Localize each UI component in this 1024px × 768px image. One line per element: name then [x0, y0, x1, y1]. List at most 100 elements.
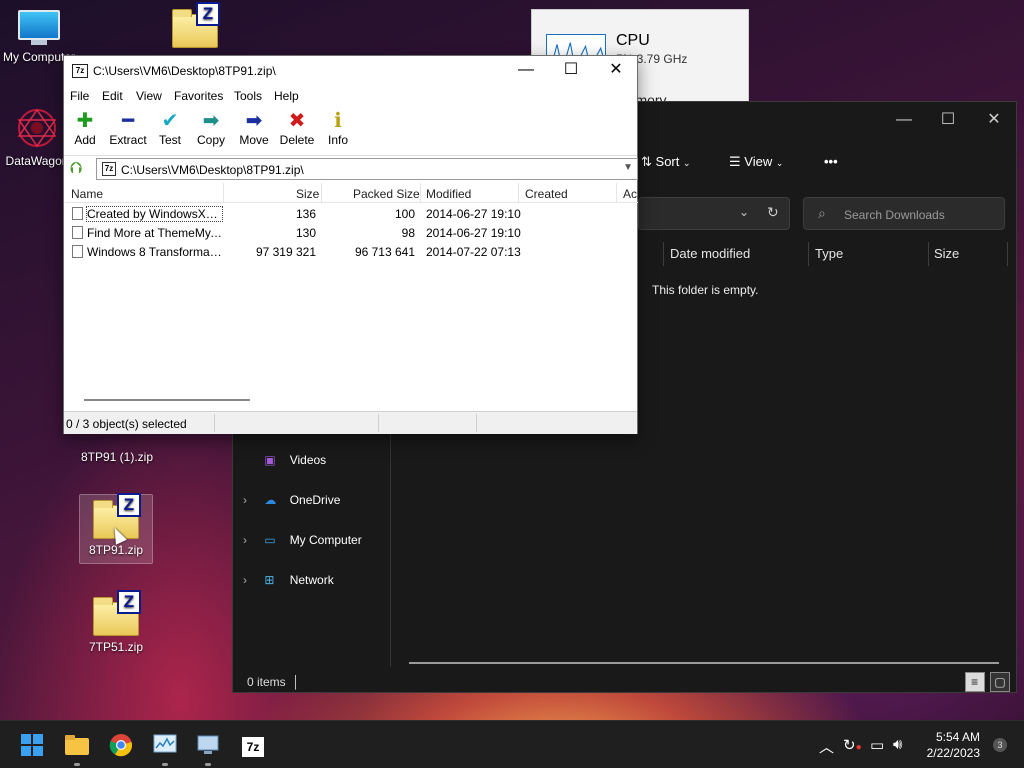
file-size: 97 319 321 — [255, 245, 316, 259]
column-header-type[interactable]: Type — [815, 246, 843, 261]
network-icon[interactable]: ▭ — [870, 736, 884, 754]
delete-icon: ✖ — [288, 110, 306, 132]
horizontal-scrollbar[interactable] — [409, 662, 999, 664]
close-button[interactable]: ✕ — [971, 106, 1017, 134]
clock[interactable]: 5:54 AM 2/22/2023 — [927, 729, 980, 761]
file-name: Windows 8 Transformation Pack — [87, 245, 222, 259]
close-button[interactable]: ✕ — [593, 56, 639, 86]
nav-item-videos[interactable]: ▣ Videos — [243, 453, 326, 467]
move-button[interactable]: ➡ Move — [237, 109, 271, 147]
menu-edit[interactable]: Edit — [102, 89, 123, 103]
test-button[interactable]: ✔ Test — [157, 109, 183, 147]
add-icon: ✚ — [76, 110, 94, 132]
more-options-button[interactable]: ••• — [824, 154, 838, 169]
file-packed-size: 96 713 641 — [354, 245, 415, 259]
column-header-name[interactable]: Name — [71, 187, 103, 201]
table-row[interactable]: Created by WindowsXLite.com 136 100 2014… — [65, 204, 638, 223]
table-row[interactable]: Windows 8 Transformation Pack 97 319 321… — [65, 242, 638, 261]
file-icon — [72, 226, 83, 239]
large-icons-view-icon[interactable]: ▢ — [990, 672, 1010, 692]
view-button[interactable]: ☰ View ⌄ — [729, 154, 783, 170]
nav-item-onedrive[interactable]: › ☁ OneDrive — [243, 493, 340, 507]
extract-icon: ━ — [121, 110, 135, 132]
desktop-icon-label: 8TP91.zip — [88, 543, 144, 557]
search-input[interactable]: ⌕ Search Downloads — [803, 197, 1005, 230]
desktop-icon-8tp91-1-zip[interactable]: 8TP91 (1).zip — [80, 436, 154, 464]
7zip-app-icon: 7z — [72, 64, 88, 78]
chevron-right-icon[interactable]: › — [243, 533, 261, 547]
menu-favorites[interactable]: Favorites — [174, 89, 223, 103]
minimize-button[interactable]: — — [503, 56, 549, 86]
column-header-accessed[interactable]: Ac — [623, 187, 637, 201]
chevron-down-icon: ⌄ — [775, 158, 784, 168]
remote-desktop-icon[interactable] — [194, 731, 222, 759]
view-switcher: ≡ ▢ — [963, 672, 1010, 692]
menu-tools[interactable]: Tools — [234, 89, 262, 103]
7zip-archive-icon: 7z — [102, 162, 116, 176]
path-combobox[interactable]: 7z C:\Users\VM6\Desktop\8TP91.zip\ ▼ — [96, 158, 638, 180]
delete-button[interactable]: ✖ Delete — [278, 109, 316, 147]
extract-button[interactable]: ━ Extract — [108, 109, 148, 147]
file-modified: 2014-06-27 19:10 — [426, 207, 521, 221]
chevron-up-icon[interactable]: ︿ — [819, 736, 834, 757]
empty-folder-message: This folder is empty. — [652, 283, 759, 297]
task-manager-icon[interactable] — [151, 731, 179, 759]
datawagon-icon — [17, 108, 57, 148]
selection-status: 0 / 3 object(s) selected — [66, 417, 187, 431]
file-icon — [72, 207, 83, 220]
videos-icon: ▣ — [264, 453, 276, 467]
desktop-icon-label: 7TP51.zip — [88, 640, 144, 654]
nav-item-my-computer[interactable]: › ▭ My Computer — [243, 533, 362, 547]
table-row[interactable]: Find More at ThemeMy.com 130 98 2014-06-… — [65, 223, 638, 242]
7zip-taskbar-icon[interactable]: 7z — [239, 731, 267, 759]
menu-view[interactable]: View — [136, 89, 162, 103]
navigation-pane: ▣ Videos › ☁ OneDrive › ▭ My Computer › … — [233, 432, 391, 667]
menu-help[interactable]: Help — [274, 89, 299, 103]
test-icon: ✔ — [161, 110, 179, 132]
status-bar: 0 / 3 object(s) selected — [64, 411, 637, 434]
chevron-down-icon[interactable]: ⌄ — [739, 205, 749, 219]
archive-file-list[interactable]: Name Size Packed Size Modified Created A… — [65, 183, 638, 409]
file-modified: 2014-06-27 19:10 — [426, 226, 521, 240]
maximize-button[interactable]: ☐ — [548, 56, 594, 86]
info-button[interactable]: ℹ Info — [326, 109, 350, 147]
notification-badge[interactable]: 3 — [993, 738, 1007, 752]
zip-archive-icon: Z — [172, 2, 220, 48]
column-header-created[interactable]: Created — [525, 187, 568, 201]
chrome-icon[interactable] — [107, 731, 135, 759]
path-value: C:\Users\VM6\Desktop\8TP91.zip\ — [121, 163, 304, 177]
folder-up-icon[interactable]: ⮉ — [70, 160, 82, 178]
chevron-down-icon[interactable]: ▼ — [623, 162, 633, 173]
title-bar[interactable]: 7z C:\Users\VM6\Desktop\8TP91.zip\ — ☐ ✕ — [64, 56, 637, 86]
sort-button[interactable]: ⇅ Sort ⌄ — [641, 154, 691, 170]
column-header-date-modified[interactable]: Date modified — [670, 246, 750, 261]
desktop-icon-zip-top[interactable]: Z — [158, 2, 232, 48]
copy-button[interactable]: ➡ Copy — [195, 109, 227, 147]
sync-icon[interactable]: ↻● — [843, 736, 862, 754]
address-bar[interactable]: ⌄ ↻ — [638, 197, 790, 230]
horizontal-scrollbar[interactable] — [84, 399, 250, 401]
chevron-right-icon[interactable]: › — [243, 493, 261, 507]
desktop-icon-label: 8TP91 (1).zip — [80, 450, 154, 464]
column-header-size[interactable]: Size — [296, 187, 319, 201]
cloud-icon: ☁ — [264, 493, 277, 507]
maximize-button[interactable]: ☐ — [925, 106, 971, 134]
nav-item-network[interactable]: › ⊞ Network — [243, 573, 334, 587]
file-size: 136 — [295, 207, 316, 221]
chevron-right-icon[interactable]: › — [243, 573, 261, 587]
windows-start-icon[interactable] — [18, 731, 46, 759]
desktop-icon-7tp51-zip[interactable]: Z 7TP51.zip — [79, 590, 153, 654]
status-item-count: 0 items │ — [247, 675, 300, 689]
menu-file[interactable]: File — [70, 89, 89, 103]
file-explorer-icon[interactable] — [63, 731, 91, 759]
sort-icon: ⇅ — [641, 154, 652, 169]
column-header-size[interactable]: Size — [934, 246, 959, 261]
column-header-modified[interactable]: Modified — [426, 187, 471, 201]
add-button[interactable]: ✚ Add — [72, 109, 98, 147]
column-header-packed-size[interactable]: Packed Size — [353, 187, 420, 201]
minimize-button[interactable]: — — [881, 106, 927, 134]
clock-date: 2/22/2023 — [926, 746, 980, 760]
refresh-icon[interactable]: ↻ — [767, 204, 779, 221]
details-view-icon[interactable]: ≡ — [964, 672, 985, 692]
volume-icon[interactable]: 🔊︎ — [893, 736, 902, 753]
